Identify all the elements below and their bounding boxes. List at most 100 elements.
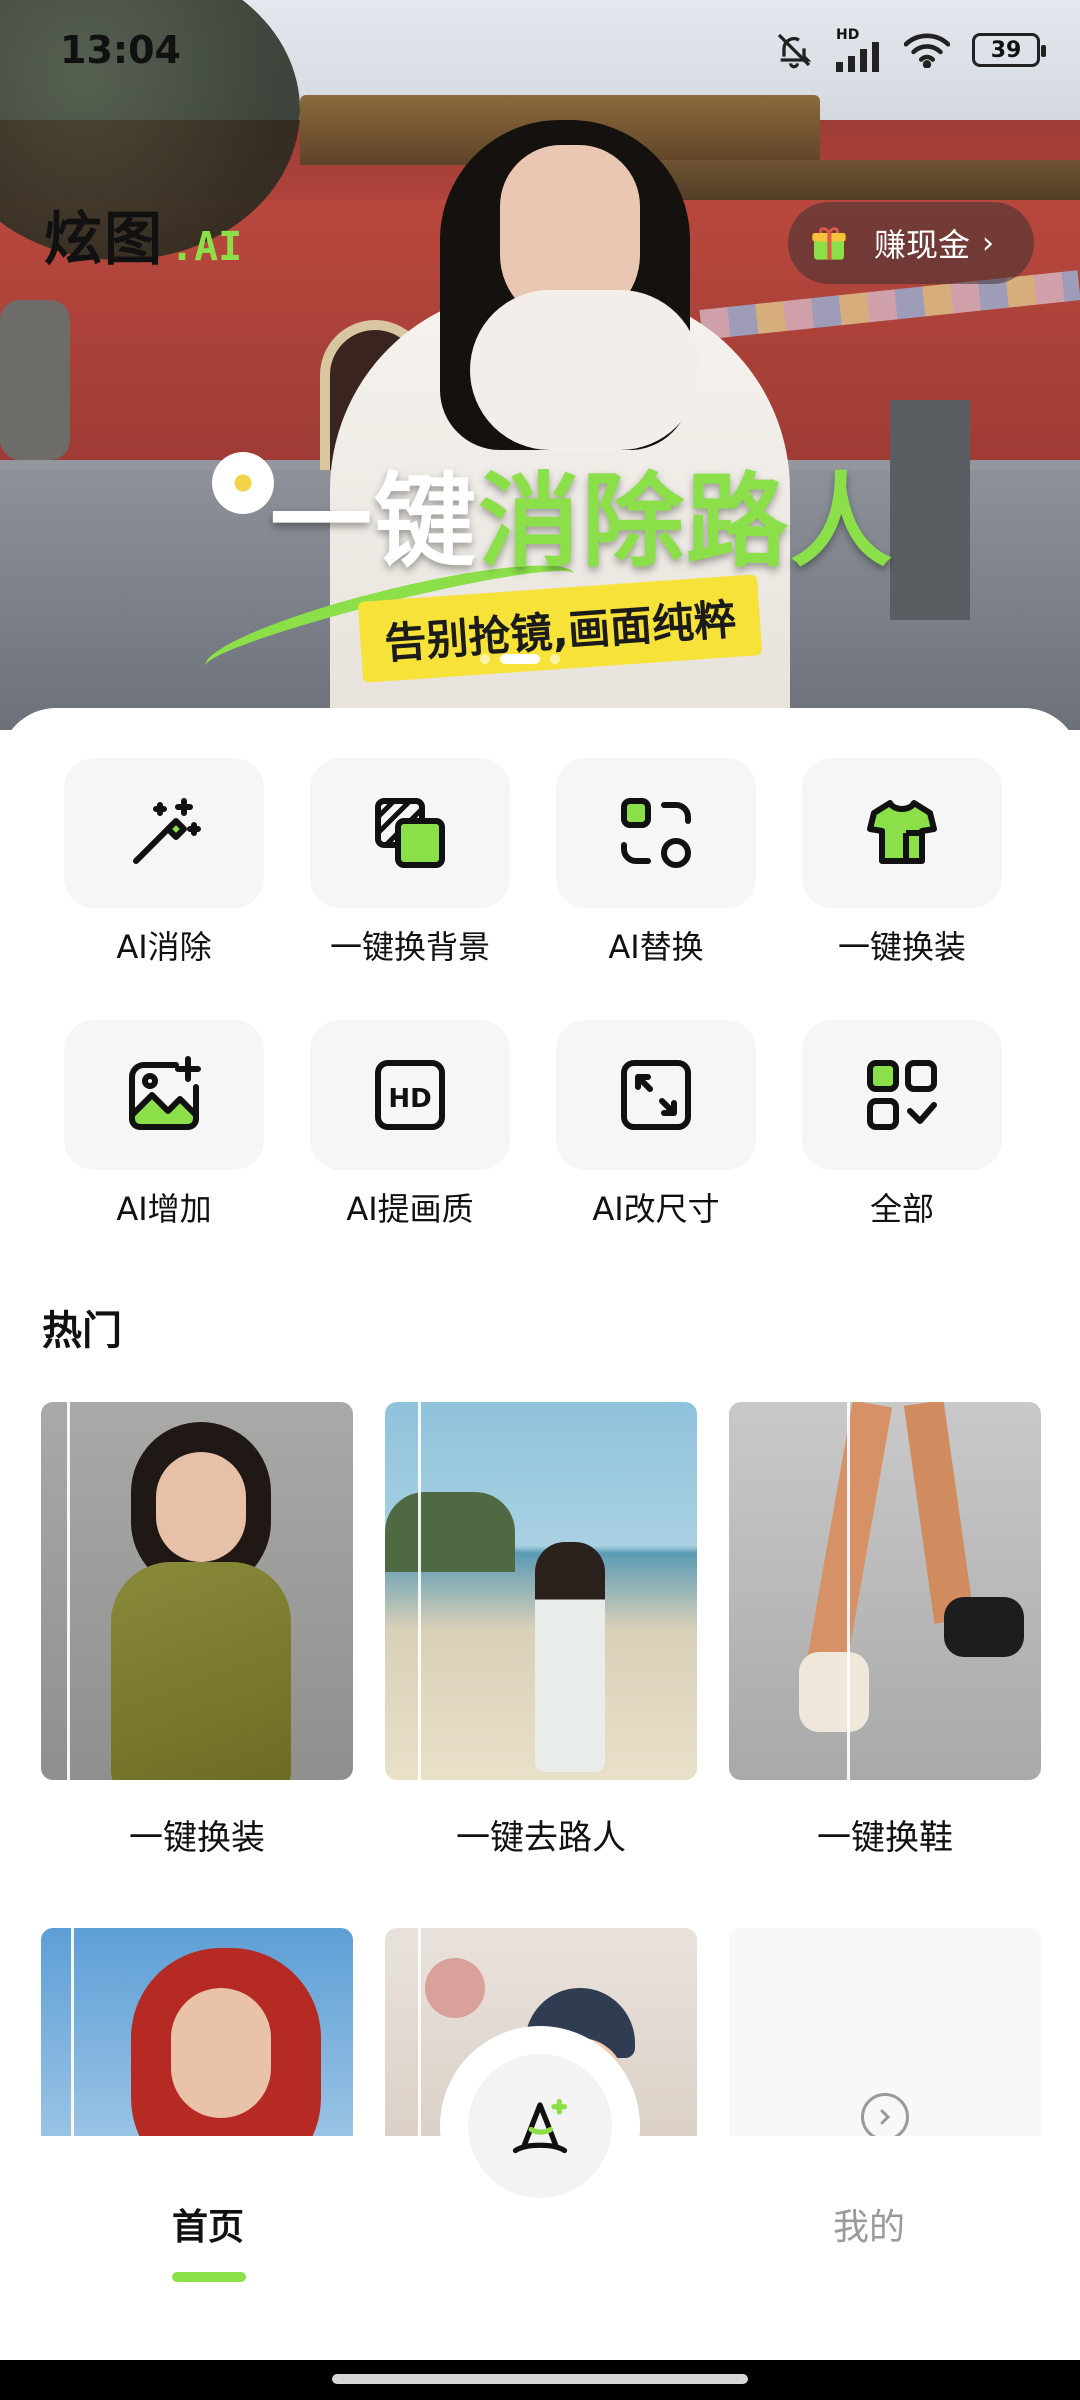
tool-label: AI提画质 <box>346 1190 474 1228</box>
tool-ai-resize[interactable]: AI改尺寸 <box>533 1020 779 1230</box>
svg-text:HD: HD <box>388 1084 431 1114</box>
tool-label: AI增加 <box>116 1190 212 1228</box>
tool-label: AI消除 <box>116 928 212 966</box>
compare-divider <box>71 1928 74 2138</box>
hot-card-label: 一键换鞋 <box>817 1818 953 1858</box>
earn-cash-button[interactable]: 赚现金 › <box>788 202 1034 284</box>
tool-change-outfit[interactable]: 一键换装 <box>779 758 1025 968</box>
flower-icon <box>212 452 274 514</box>
banner-dot[interactable] <box>480 654 490 664</box>
logo-main: 炫图 <box>44 205 165 273</box>
hd-icon: HD <box>375 1060 445 1130</box>
tool-icon-box <box>310 758 510 908</box>
tool-label: AI改尺寸 <box>592 1190 720 1228</box>
tool-label: AI替换 <box>608 928 704 966</box>
wizard-hat-icon <box>512 2098 568 2154</box>
banner-pillar <box>890 400 970 620</box>
tool-ai-replace[interactable]: AI替换 <box>533 758 779 968</box>
banner-title: 一键消除路人 <box>270 440 894 587</box>
mute-icon <box>777 33 812 69</box>
hot-card-label: 一键换装 <box>129 1818 265 1858</box>
hot-card-outfit[interactable]: 一键换装 <box>41 1402 353 1859</box>
layers-icon <box>375 798 445 868</box>
tool-icon-box <box>64 1020 264 1170</box>
network-type: HD <box>836 27 860 43</box>
hot-card-remove-people[interactable]: 一键去路人 <box>385 1402 697 1859</box>
image-face <box>156 1452 246 1562</box>
hot-card-image <box>41 1402 353 1780</box>
tool-label: 全部 <box>869 1190 934 1228</box>
more-card <box>729 1928 1041 2138</box>
image-shoe <box>944 1597 1024 1657</box>
tool-icon-box <box>64 758 264 908</box>
create-fab-button[interactable] <box>468 2054 612 2198</box>
magic-wand-icon <box>133 798 201 864</box>
home-content: AI消除 一键换背景 AI替换 一键换装 AI增加 HD AI提画质 AI改尺寸… <box>0 708 1080 2138</box>
nav-mine[interactable]: 我的 <box>833 2198 905 2250</box>
nav-home-indicator <box>172 2272 246 2282</box>
status-time: 13:04 <box>60 28 181 72</box>
tool-ai-add[interactable]: AI增加 <box>41 1020 287 1230</box>
hot-card-shoes[interactable]: 一键换鞋 <box>729 1402 1041 1859</box>
hot-section-title: 热门 <box>42 1308 122 1354</box>
tool-change-background[interactable]: 一键换背景 <box>287 758 533 968</box>
banner-dot[interactable] <box>550 654 560 664</box>
logo-ai: .AI <box>170 224 243 270</box>
compare-divider <box>418 1928 421 2138</box>
tool-all[interactable]: 全部 <box>779 1020 1025 1230</box>
hero-banner[interactable]: 一键消除路人 告别抢镜,画面纯粹 13:04 HD 39 炫图 .AI 赚现金 … <box>0 0 1080 730</box>
resize-icon <box>621 1060 691 1130</box>
battery-icon: 39 <box>972 33 1046 67</box>
wifi-icon <box>904 33 950 68</box>
status-bar: 13:04 HD 39 <box>0 0 1080 100</box>
banner-pagination[interactable] <box>480 654 560 664</box>
battery-level: 39 <box>990 37 1022 63</box>
earn-cash-label: 赚现金 <box>874 226 971 264</box>
hot-card-image <box>385 1402 697 1780</box>
signal-group: HD <box>836 28 882 72</box>
compare-divider <box>67 1402 70 1780</box>
tool-icon-box: HD <box>310 1020 510 1170</box>
app-screen: 一键消除路人 告别抢镜,画面纯粹 13:04 HD 39 炫图 .AI 赚现金 … <box>0 0 1080 2400</box>
image-face <box>171 1988 271 2118</box>
banner-woman-scarf <box>470 290 700 450</box>
hot-card-hair[interactable] <box>41 1928 353 2138</box>
hot-card-label: 一键去路人 <box>456 1818 626 1858</box>
image-leg <box>903 1402 975 1624</box>
tool-label: 一键换背景 <box>329 928 490 966</box>
hot-card-image <box>729 1402 1041 1780</box>
image-flowers <box>425 1958 485 2018</box>
signal-icon <box>836 42 879 72</box>
image-person <box>535 1542 605 1772</box>
compare-divider <box>847 1402 850 1780</box>
bottom-nav: 首页 我的 <box>0 2026 1080 2360</box>
banner-dot-active[interactable] <box>500 654 540 664</box>
compare-divider <box>418 1402 421 1780</box>
tool-icon-box <box>802 1020 1002 1170</box>
tool-ai-enhance[interactable]: HD AI提画质 <box>287 1020 533 1230</box>
chevron-right-circle-icon <box>861 2093 909 2138</box>
tool-icon-box <box>802 758 1002 908</box>
chevron-right-icon: › <box>982 225 995 261</box>
gift-icon <box>788 202 870 284</box>
image-dress <box>111 1562 291 1780</box>
banner-subtitle: 告别抢镜,画面纯粹 <box>382 594 738 669</box>
tool-label: 一键换装 <box>837 928 966 966</box>
banner-lion-statue <box>0 300 70 460</box>
tool-icon-box <box>556 758 756 908</box>
hot-card-image <box>41 1928 353 2138</box>
image-add-icon <box>129 1056 201 1130</box>
banner-title-highlight: 消除路人 <box>478 463 894 582</box>
image-trees <box>385 1492 515 1572</box>
image-shoe <box>799 1652 869 1732</box>
banner-title-part1: 一键 <box>270 463 478 582</box>
tshirt-icon <box>867 800 937 864</box>
status-icons: HD 39 <box>774 28 1046 72</box>
grid-check-icon <box>867 1060 937 1130</box>
home-indicator[interactable] <box>332 2374 748 2384</box>
tool-ai-erase[interactable]: AI消除 <box>41 758 287 968</box>
nav-home[interactable]: 首页 <box>172 2198 244 2250</box>
tool-icon-box <box>556 1020 756 1170</box>
app-logo: 炫图 .AI <box>44 205 243 276</box>
hot-card-more[interactable] <box>729 1928 1041 2138</box>
